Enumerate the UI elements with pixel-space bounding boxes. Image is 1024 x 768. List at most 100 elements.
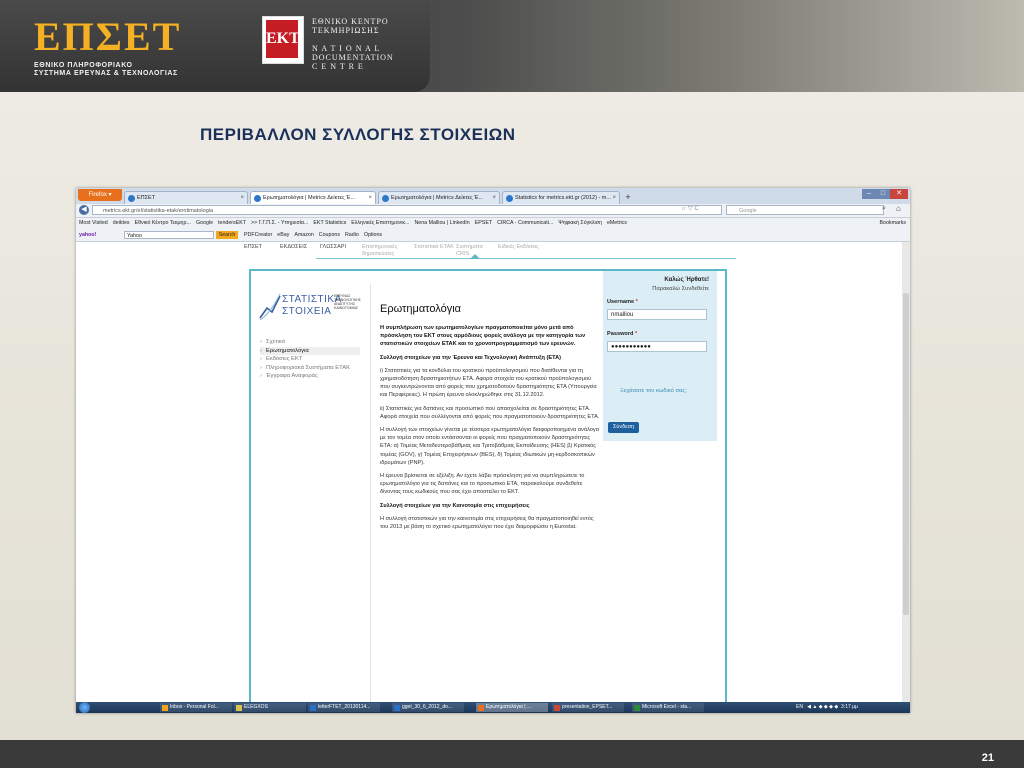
globe-icon [382,195,389,202]
site-nav-item[interactable]: ΓΛΩΣΣΑΡΙ [320,244,346,250]
bookmark-item[interactable]: eMetrics [607,220,627,226]
site-nav-item[interactable]: Συστήματα [456,244,483,250]
close-tab-icon[interactable]: × [240,192,244,204]
content-paragraph: Η συλλογή στατιστικών για την καινοτομία… [380,515,594,531]
logo-subtitle: ΕΡΕΥΝΑΣ ΤΕΧΝΟΛΟΓΙΚΗΣ ΑΝΑΠΤΥΞΗΣ ΚΑΙΝΟΤΟΜΙ… [334,294,361,310]
new-tab-button[interactable]: + [622,191,634,204]
forgot-password-link[interactable]: Ξεχάσατε τον κωδικό σας; [620,387,700,395]
bookmarks-menu[interactable]: Bookmarks [880,218,907,229]
scrollbar-thumb[interactable] [903,293,909,615]
start-button-icon[interactable] [79,702,90,713]
bookmark-item[interactable]: CIRCA - Communicati... [497,220,553,226]
close-tab-icon[interactable]: × [612,192,616,204]
password-label-text: Password [607,331,634,337]
bookmark-item[interactable]: deiktes [113,220,130,226]
toolbar-item[interactable]: Coupons [319,232,340,238]
bookmark-item[interactable]: EKT Statistics [313,220,346,226]
tab-label: Ερωτηματολόγια | Metrics Δείκτες Έ... [391,195,484,201]
bookmark-item[interactable]: Εθνικό Κέντρο Τεκμηρ... [135,220,191,226]
app-icon [634,704,640,711]
taskbar-item[interactable]: Inbox - Personal Fol... [160,703,232,712]
bookmark-item[interactable]: Most Visited [79,220,108,226]
search-icon[interactable]: ⌕ [882,205,886,213]
bookmark-item[interactable]: Nena Malliou | LinkedIn [414,220,469,226]
globe-icon [128,195,135,202]
taskbar-item[interactable]: presentation_EPSET... [552,703,624,712]
tab-label: ΕΠΣΕΤ [137,195,156,201]
toolbar-item[interactable]: PDFCreator [244,232,272,238]
bookmark-item[interactable]: Ελληνικές Επιστημονικ... [351,220,409,226]
side-menu-item[interactable]: Εκδόσεις ΕΚΤ [260,355,360,364]
url-input[interactable]: metrics.ekt.gr/el/statistika-etak/erotim… [92,205,722,215]
maximize-button[interactable]: □ [876,189,890,199]
taskbar-item[interactable]: ELEGXOS [234,703,306,712]
yahoo-search-input[interactable]: Yahoo [124,231,214,239]
back-arrow-icon[interactable]: ◀ [79,205,89,215]
side-menu-item[interactable]: Πληροφοριακά Συστήματα ΕΤΑΚ [260,364,360,373]
taskbar-item[interactable]: letterFTET_20130114... [308,703,380,712]
tab-label: Ερωτηματολόγια | Metrics Δείκτες Έ... [263,195,356,201]
logo-title-stoixeia: ΣΤΟΙΧΕΙΑ [282,306,332,317]
navigation-bar: ◀ metrics.ekt.gr/el/statistika-etak/erot… [76,204,910,218]
bookmark-item[interactable]: Google [196,220,213,226]
epset-subtitle: ΕΘΝΙΚΟ ΠΛΗΡΟΦΟΡΙΑΚΟ ΣΥΣΤΗΜΑ ΕΡΕΥΝΑΣ & ΤΕ… [34,62,178,78]
content-paragraph: Η συλλογή των στοιχείων γίνεται με τέσσε… [380,427,599,466]
minimize-button[interactable]: – [862,189,876,199]
toolbar-item[interactable]: Amazon [294,232,313,238]
site-nav-subitem[interactable]: δημοσιεύσεις [362,251,394,257]
globe-icon [506,195,513,202]
home-icon[interactable]: ⌂ [896,204,901,213]
site-nav-item[interactable]: ΕΠΣΕΤ [244,244,262,250]
chart-swoosh-icon [259,293,281,321]
browser-tab[interactable]: Ερωτηματολόγια | Metrics Δείκτες Έ... × [250,191,376,204]
close-tab-icon[interactable]: × [492,192,496,204]
login-button[interactable]: Σύνδεση [608,422,639,433]
app-icon [478,704,484,711]
close-tab-icon[interactable]: × [368,192,372,204]
taskbar-item-label: ELEGXOS [244,704,268,710]
bookmark-item[interactable]: >> Γ.Γ.Π.Σ. - Υπηρεσία... [251,220,308,226]
search-input[interactable]: Google [726,205,884,215]
password-input[interactable]: ●●●●●●●●●●● [607,341,707,352]
bookmark-item[interactable]: tendersEKT [218,220,246,226]
star-icon[interactable]: ☆ ▽ C [681,205,699,212]
site-nav-item[interactable]: Ειδικές Εκδόσεις [498,244,539,250]
content-paragraphs: Η συμπλήρωση των ερωτηματολογίων πραγματ… [380,324,600,531]
app-icon [394,704,400,711]
toolbar-item[interactable]: Options [364,232,382,238]
side-menu-item[interactable]: Έγγραφα Αναφοράς [260,372,360,381]
taskbar-item[interactable]: Microsoft Excel - sta... [632,703,704,712]
bookmark-item[interactable]: EPSET [475,220,492,226]
site-nav-item[interactable]: Στατιστικά ΕΤΑΚ [414,244,454,250]
browser-tab[interactable]: ΕΠΣΕΤ × [124,191,248,204]
browser-tab[interactable]: Statistics for metrics.ekt.gr (2012) - m… [502,191,620,204]
close-window-button[interactable]: ✕ [890,189,908,199]
taskbar-item[interactable]: gget_30_6_2012_do... [392,703,464,712]
taskbar-item-label: Ερωτηματολόγια | ... [486,704,532,710]
site-nav-item[interactable]: Επιστημονικές [362,244,397,250]
firefox-menu-button[interactable]: Firefox ▾ [78,189,122,201]
yahoo-search-button[interactable]: Search [216,231,238,239]
language-indicator[interactable]: EN [796,704,803,710]
site-nav-item[interactable]: ΕΚΔΟΣΕΙΣ [280,244,307,250]
presentation-slide: ΕΠΣΕΤ ΕΘΝΙΚΟ ΠΛΗΡΟΦΟΡΙΑΚΟ ΣΥΣΤΗΜΑ ΕΡΕΥΝΑ… [0,0,1024,768]
taskbar-item-label: Microsoft Excel - sta... [642,704,692,710]
nav-divider [316,258,736,259]
username-input[interactable]: nmalliou [607,309,707,320]
site-nav-subitem[interactable]: CRIS [456,251,469,257]
toolbar-item[interactable]: eBay [277,232,289,238]
clock[interactable]: 3:17 μμ [841,704,858,710]
taskbar-item[interactable]: Ερωτηματολόγια | ... [476,703,548,712]
app-icon [310,704,316,711]
main-content: Ερωτηματολόγια Η συμπλήρωση των ερωτηματ… [380,302,600,536]
toolbar-item[interactable]: Radio [345,232,359,238]
side-menu-item[interactable]: Ερωτηματολόγια [260,346,360,355]
bookmark-item[interactable]: Ψηφιακή Σύγκλιση [558,220,602,226]
content-paragraph: Συλλογή στοιχείων για την Έρευνα και Τεχ… [380,354,561,361]
username-label: Username * [607,299,638,305]
side-menu-item[interactable]: Σχετικά [260,338,360,347]
side-menu: ΣχετικάΕρωτηματολόγιαΕκδόσεις ΕΚΤΠληροφο… [260,338,360,381]
page-number: 21 [981,752,994,764]
taskbar-item-label: Inbox - Personal Fol... [170,704,219,710]
browser-tab[interactable]: Ερωτηματολόγια | Metrics Δείκτες Έ... × [378,191,500,204]
